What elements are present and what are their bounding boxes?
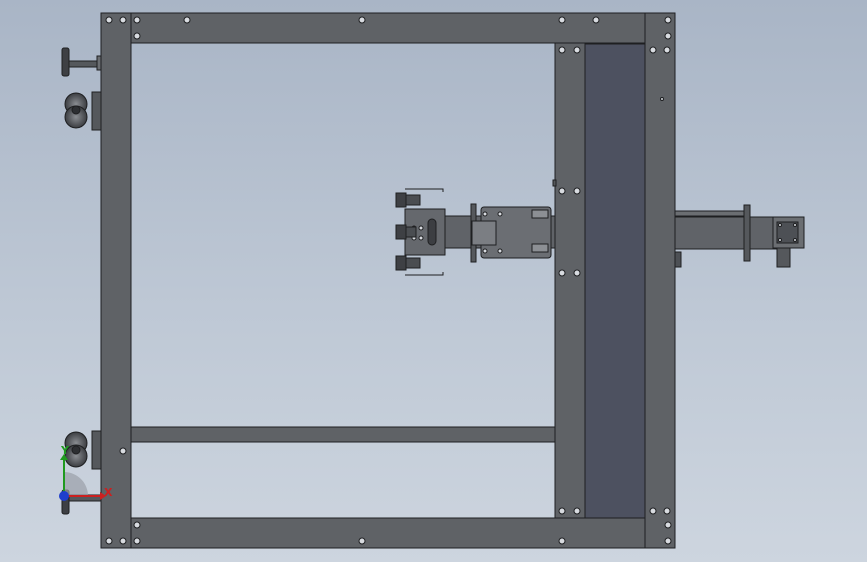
triad-xy-plane <box>64 472 88 496</box>
cad-viewport[interactable]: X Y <box>0 0 867 562</box>
frame-left-post[interactable] <box>100 12 132 549</box>
frame-cross-member[interactable] <box>130 426 556 443</box>
caster-wheel-bottom[interactable] <box>64 430 102 470</box>
suction-cup-middle <box>395 224 417 240</box>
cad-drawing[interactable] <box>0 0 867 562</box>
suction-cup-bottom <box>395 255 444 276</box>
suction-cup-top <box>395 188 444 208</box>
triad-y-label: Y <box>61 444 69 457</box>
gripper-assembly[interactable] <box>395 179 557 276</box>
frame-bottom-rail[interactable] <box>100 517 676 549</box>
leveling-foot-top[interactable] <box>61 47 102 77</box>
triad-z-axis <box>59 491 69 501</box>
caster-wheel-top[interactable] <box>64 91 102 131</box>
conveyor-belt[interactable] <box>584 43 646 519</box>
extension-arm[interactable] <box>674 204 805 268</box>
frame-right-post[interactable] <box>644 12 676 549</box>
triad-x-label: X <box>104 486 113 499</box>
frame-inner-post[interactable] <box>554 42 586 519</box>
